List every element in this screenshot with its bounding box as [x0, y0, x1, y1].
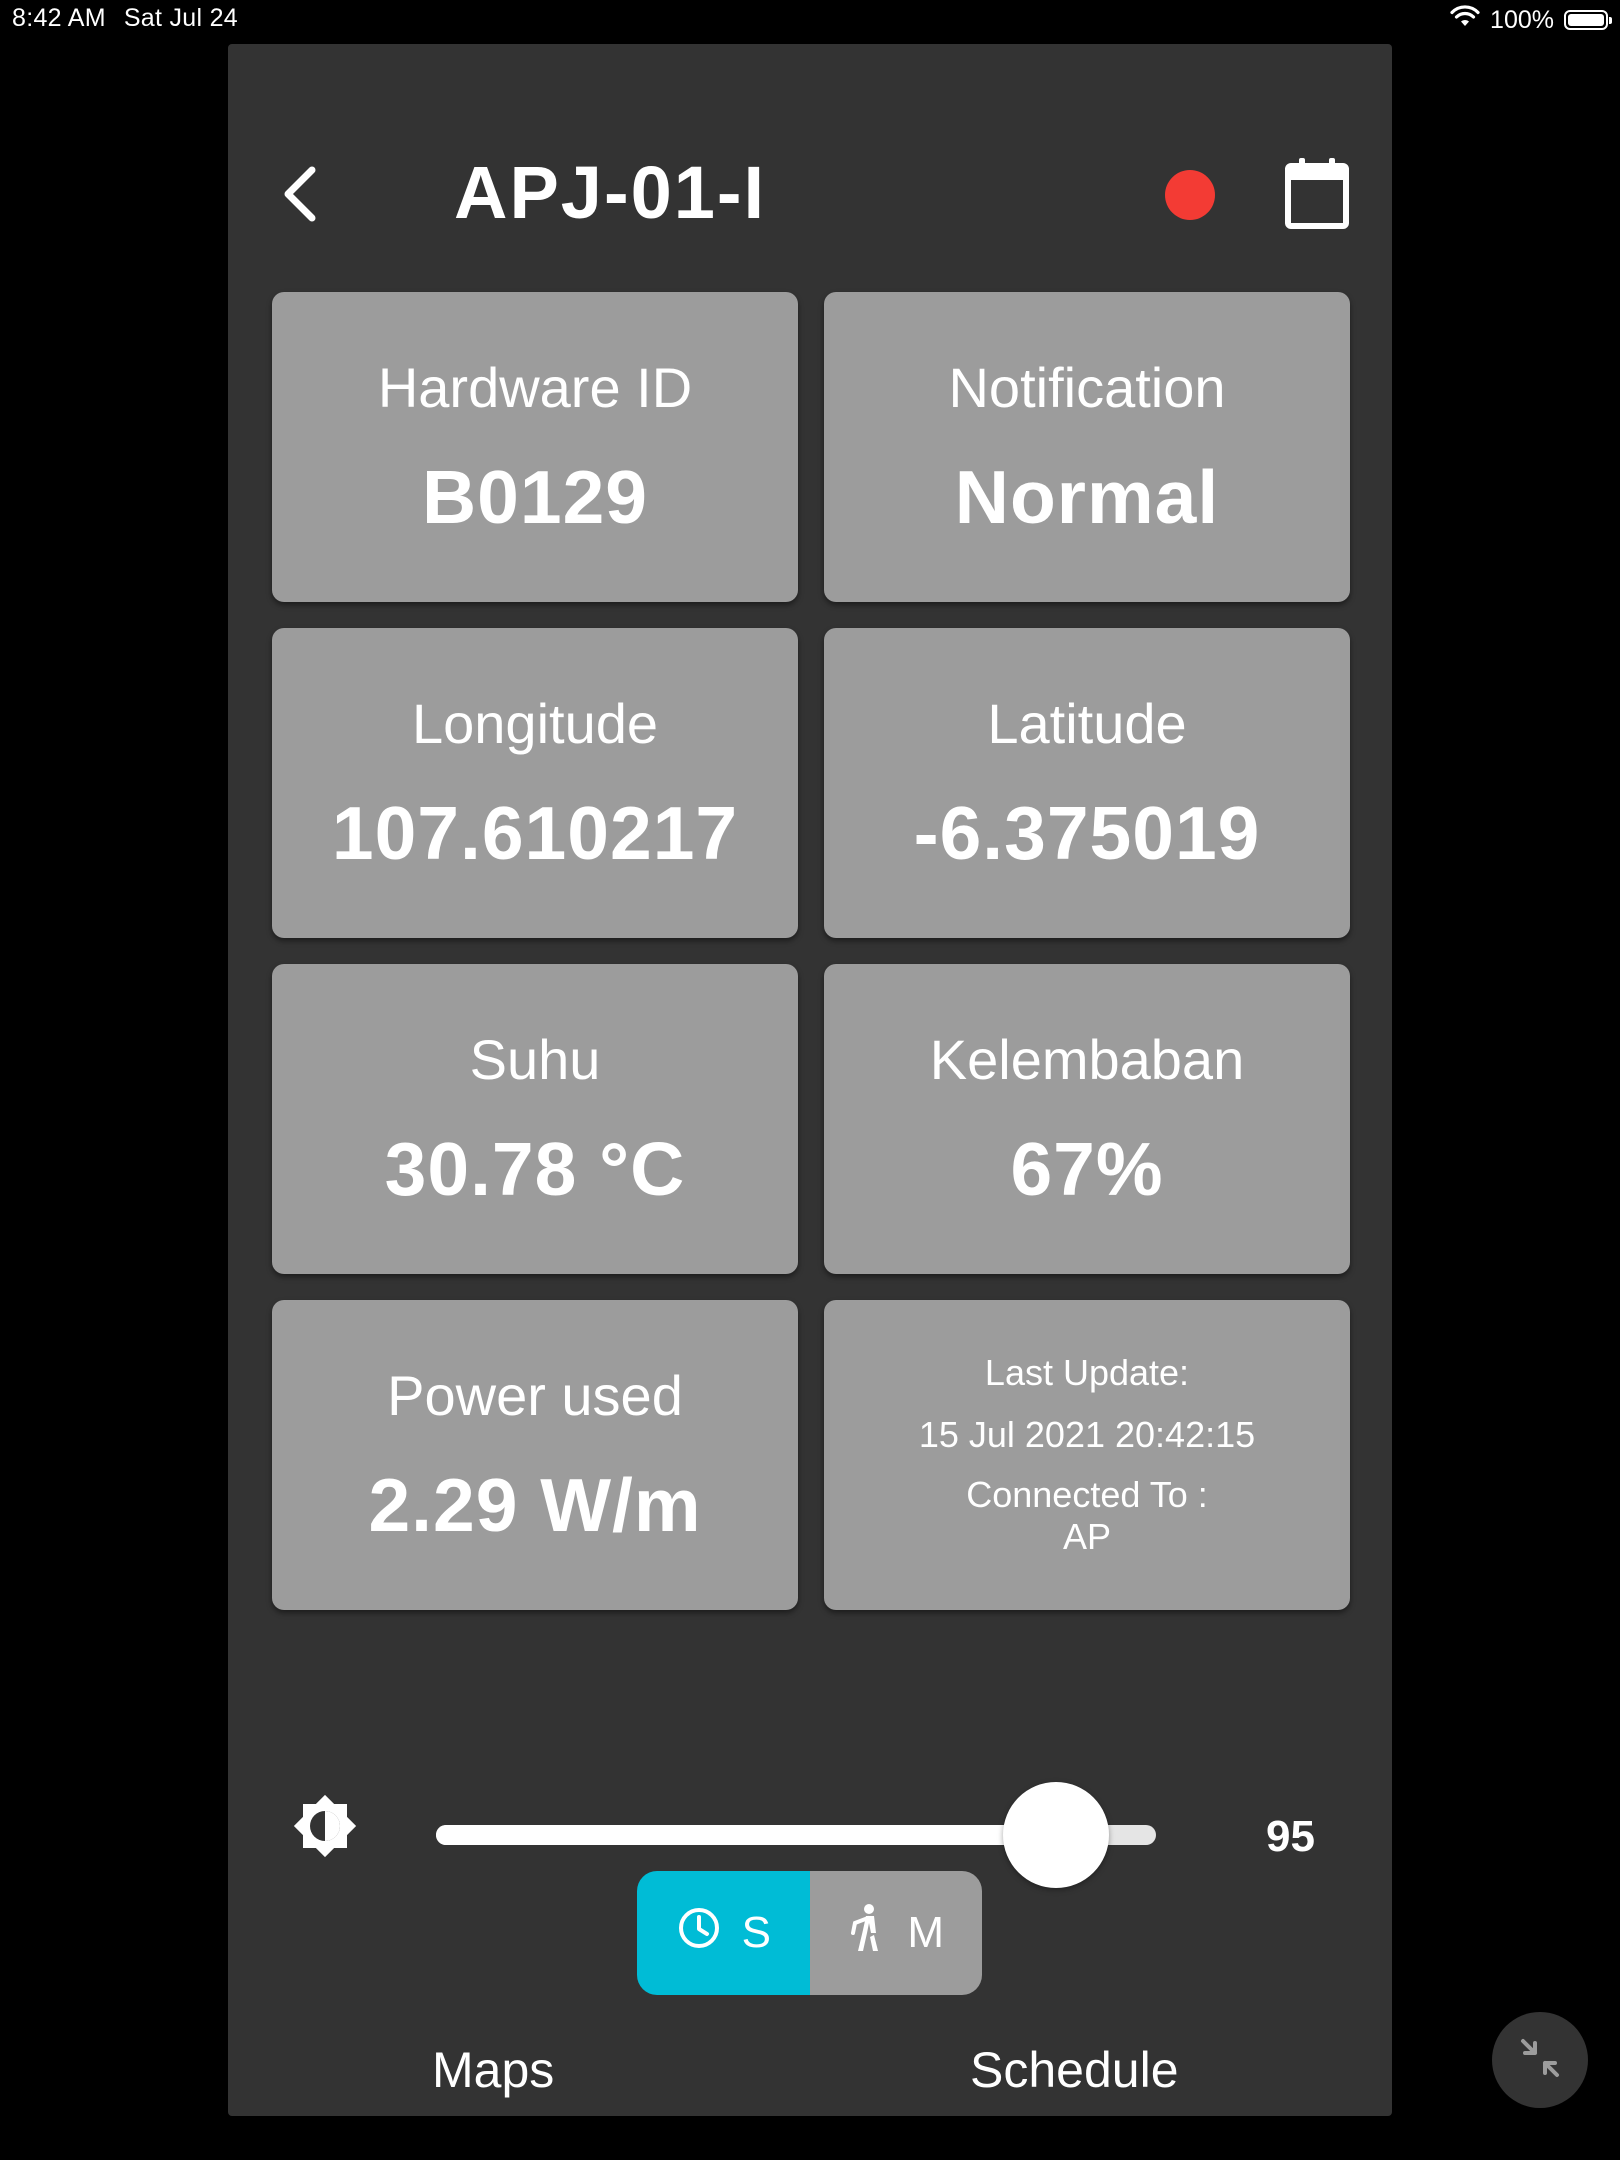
card-latitude: Latitude -6.375019	[824, 628, 1350, 938]
card-label: Suhu	[469, 1027, 601, 1091]
card-label: Power used	[387, 1363, 683, 1427]
last-update-info: Last Update: 15 Jul 2021 20:42:15 Connec…	[919, 1355, 1255, 1555]
card-label: Notification	[948, 355, 1226, 419]
card-label: Hardware ID	[377, 355, 693, 419]
battery-percent: 100%	[1490, 5, 1554, 34]
schedule-link[interactable]: Schedule	[970, 2041, 1179, 2099]
calendar-icon	[1284, 158, 1350, 234]
card-value: 2.29 W/m	[368, 1462, 702, 1547]
calendar-button[interactable]	[1284, 156, 1350, 230]
minimize-button[interactable]	[1492, 2012, 1588, 2108]
card-last-update: Last Update: 15 Jul 2021 20:42:15 Connec…	[824, 1300, 1350, 1610]
brightness-icon	[288, 1789, 362, 1863]
card-value: 107.610217	[331, 790, 739, 875]
card-suhu: Suhu 30.78 °C	[272, 964, 798, 1274]
last-update-value: 15 Jul 2021 20:42:15	[918, 1414, 1256, 1455]
card-label: Longitude	[411, 691, 658, 755]
info-card-grid: Hardware ID B0129 Notification Normal Lo…	[272, 292, 1350, 1610]
back-button[interactable]	[268, 154, 338, 234]
chevron-left-icon	[268, 166, 338, 238]
card-label: Kelembaban	[929, 1027, 1245, 1091]
card-hardware-id: Hardware ID B0129	[272, 292, 798, 602]
connected-to-label: Connected To :	[966, 1474, 1208, 1515]
brightness-slider-fill	[436, 1825, 1057, 1845]
manual-mode-label: M	[907, 1908, 945, 1957]
schedule-mode-label: S	[741, 1908, 771, 1957]
clock-icon	[676, 1905, 722, 1962]
brightness-slider-thumb[interactable]	[1003, 1782, 1110, 1888]
status-date: Sat Jul 24	[123, 4, 239, 32]
card-value: -6.375019	[913, 790, 1261, 875]
schedule-mode-button[interactable]: S	[637, 1871, 810, 1995]
card-value: B0129	[421, 454, 648, 539]
status-bar-time-date: 8:42 AM Sat Jul 24	[12, 4, 238, 33]
status-bar-indicators: 100%	[1450, 4, 1612, 36]
wifi-icon	[1450, 4, 1480, 36]
card-power-used: Power used 2.29 W/m	[272, 1300, 798, 1610]
status-time: 8:42 AM	[12, 4, 106, 32]
maps-link[interactable]: Maps	[432, 2041, 554, 2099]
device-panel: APJ-01-I Hardware ID B0129 Notification …	[228, 44, 1392, 2116]
card-label: Latitude	[987, 691, 1187, 755]
brightness-value: 95	[1266, 1812, 1315, 1861]
card-kelembaban: Kelembaban 67%	[824, 964, 1350, 1274]
card-value: 30.78 °C	[384, 1126, 686, 1211]
person-walking-icon	[847, 1903, 887, 1964]
battery-icon	[1564, 10, 1612, 30]
device-title: APJ-01-I	[454, 151, 767, 234]
status-indicator-dot	[1165, 170, 1215, 220]
card-value: Normal	[954, 454, 1220, 539]
connected-to-value: AP	[1062, 1516, 1111, 1557]
minimize-arrows-icon	[1515, 2033, 1565, 2088]
card-longitude: Longitude 107.610217	[272, 628, 798, 938]
manual-mode-button[interactable]: M	[809, 1871, 982, 1995]
last-update-label: Last Update:	[984, 1352, 1190, 1393]
card-value: 67%	[1010, 1126, 1164, 1211]
mode-toggle: S M	[637, 1871, 982, 1995]
card-notification: Notification Normal	[824, 292, 1350, 602]
